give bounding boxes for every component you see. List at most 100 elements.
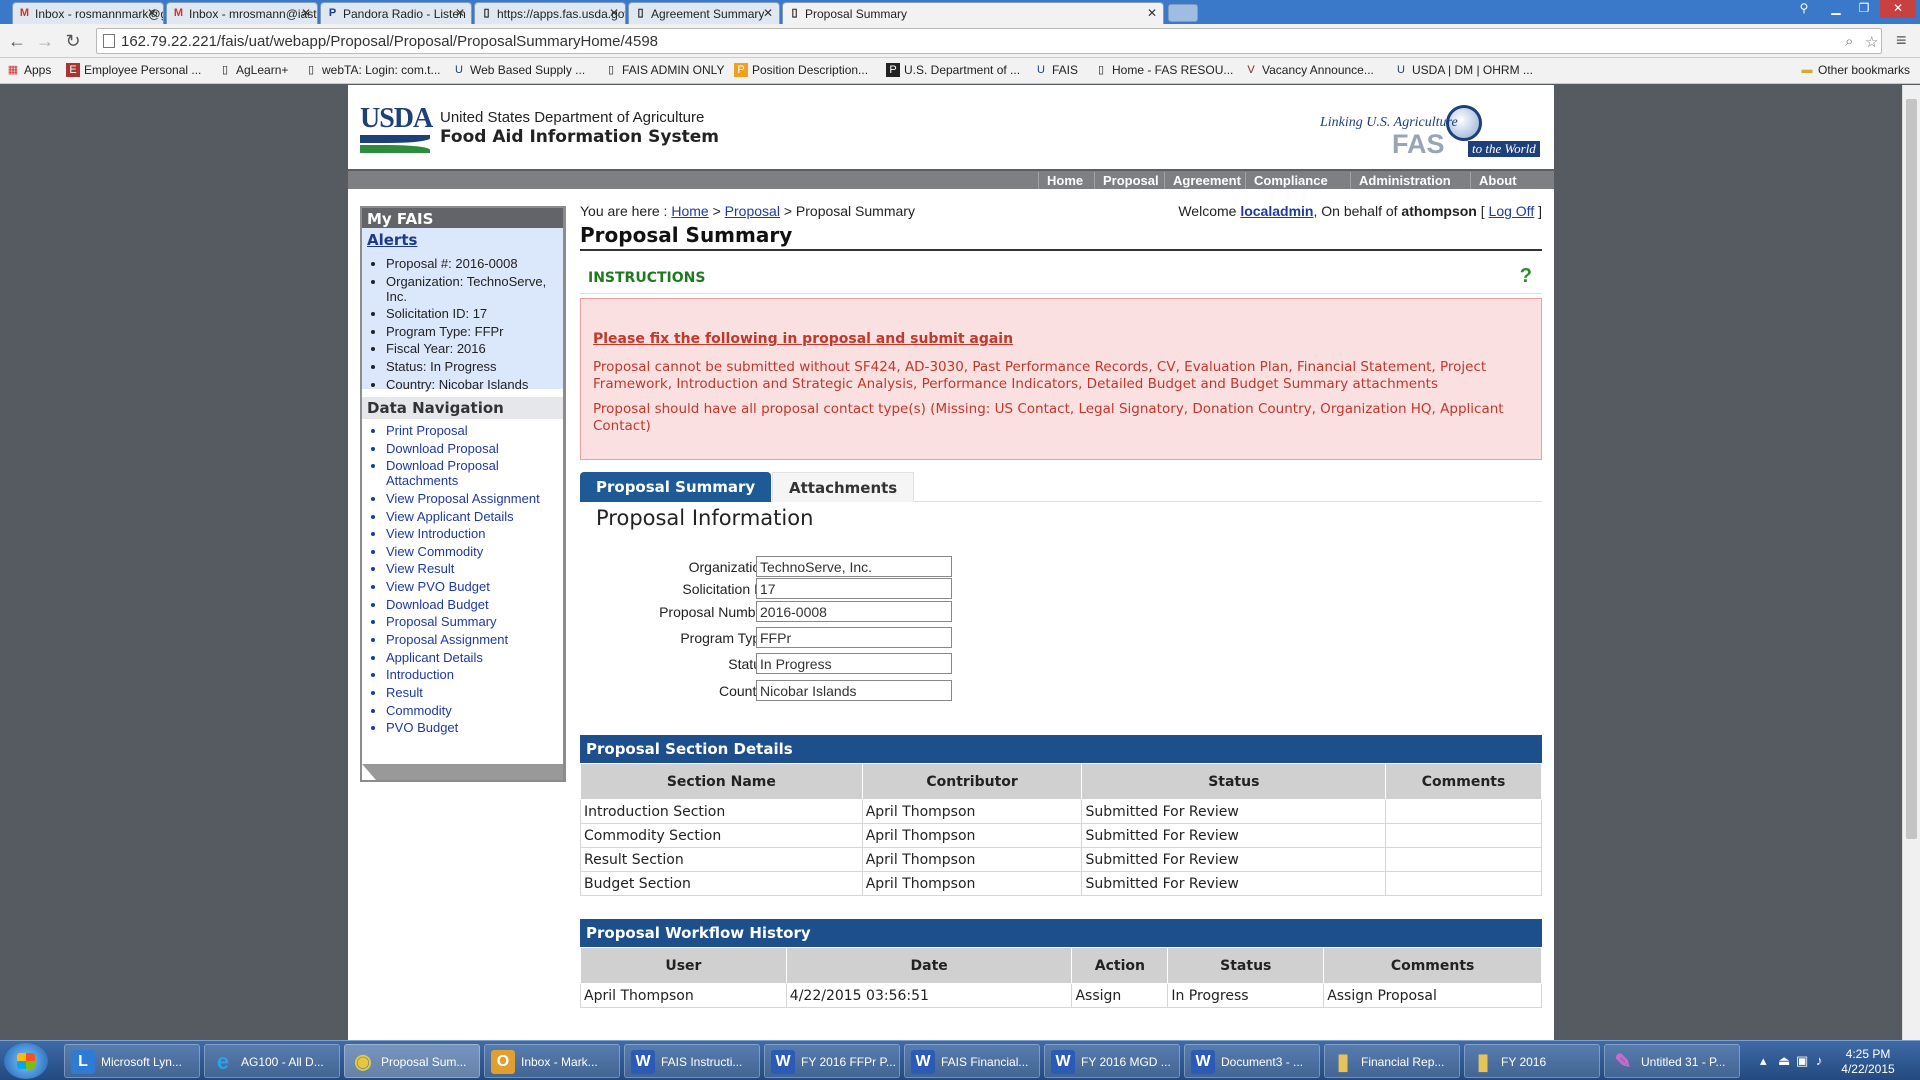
- nav-view-pvo-budget[interactable]: View PVO Budget: [386, 579, 562, 594]
- nav-home[interactable]: Home: [1038, 172, 1091, 189]
- solicitation-id-field[interactable]: [756, 578, 952, 599]
- tab-proposal-summary[interactable]: Proposal Summary: [580, 472, 772, 502]
- close-icon[interactable]: ✕: [455, 6, 465, 20]
- browser-tab-agreement-summary[interactable]: ▯ Agreement Summary ✕: [628, 2, 780, 24]
- column-header[interactable]: User: [580, 947, 787, 984]
- taskbar-word-3[interactable]: W FAIS Financial...: [904, 1044, 1040, 1078]
- tray-volume-icon[interactable]: ♪: [1816, 1053, 1823, 1068]
- nav-agreement[interactable]: Agreement: [1164, 172, 1249, 189]
- taskbar-paint[interactable]: ✎ Untitled 31 - P...: [1604, 1044, 1740, 1078]
- program-type-field[interactable]: [756, 627, 952, 648]
- column-header[interactable]: Action: [1071, 947, 1169, 984]
- nav-view-introduction[interactable]: View Introduction: [386, 526, 562, 541]
- breadcrumb-home[interactable]: Home: [671, 203, 708, 219]
- bookmark-us-department[interactable]: P U.S. Department of ...: [886, 63, 1020, 77]
- browser-tab-gmail-1[interactable]: M Inbox - rosmannmark@g ✕: [12, 2, 164, 24]
- nav-view-result[interactable]: View Result: [386, 561, 562, 576]
- nav-download-attachments[interactable]: Download Proposal Attachments: [386, 458, 562, 488]
- bookmark-fais-admin[interactable]: ▯ FAIS ADMIN ONLY: [604, 63, 725, 77]
- address-bar[interactable]: 162.79.22.221/fais/uat/webapp/Proposal/P…: [96, 28, 1882, 54]
- close-icon[interactable]: ✕: [147, 6, 157, 20]
- start-button[interactable]: [4, 1043, 48, 1079]
- tray-arrow-icon[interactable]: ▴: [1760, 1053, 1767, 1069]
- column-header[interactable]: Comments: [1385, 763, 1542, 800]
- logoff-link[interactable]: Log Off: [1489, 203, 1535, 219]
- organization-field[interactable]: [756, 556, 952, 577]
- bookmark-aglearn[interactable]: ▯ AgLearn+: [218, 63, 288, 77]
- nav-result[interactable]: Result: [386, 685, 562, 700]
- close-icon[interactable]: ✕: [763, 6, 773, 20]
- bookmark-employee-personal[interactable]: E Employee Personal ...: [66, 63, 201, 77]
- tray-usb-icon[interactable]: ⏏: [1778, 1053, 1790, 1069]
- nav-pvo-budget[interactable]: PVO Budget: [386, 720, 562, 735]
- nav-commodity[interactable]: Commodity: [386, 703, 562, 718]
- nav-view-proposal-assignment[interactable]: View Proposal Assignment: [386, 491, 562, 506]
- nav-introduction[interactable]: Introduction: [386, 667, 562, 682]
- taskbar-word-5[interactable]: W Document3 - ...: [1184, 1044, 1320, 1078]
- taskbar-outlook[interactable]: O Inbox - Mark...: [484, 1044, 620, 1078]
- column-header[interactable]: Status: [1167, 947, 1325, 984]
- bookmark-apps[interactable]: ▦ Apps: [6, 63, 52, 77]
- usda-logo[interactable]: USDA: [360, 105, 433, 153]
- nav-proposal[interactable]: Proposal: [1094, 172, 1167, 189]
- close-icon[interactable]: ✕: [1147, 6, 1157, 20]
- bookmark-webta[interactable]: ▯ webTA: Login: com.t...: [304, 63, 441, 77]
- search-icon[interactable]: ⌕: [1845, 33, 1853, 50]
- breadcrumb-proposal[interactable]: Proposal: [725, 203, 780, 219]
- taskbar-chrome[interactable]: ◉ Proposal Sum...: [344, 1044, 480, 1078]
- bookmark-usda-ohrm[interactable]: U USDA | DM | OHRM ...: [1394, 63, 1533, 77]
- bookmark-position-description[interactable]: P Position Description...: [734, 63, 868, 77]
- minimize-icon[interactable]: ▁: [1822, 0, 1850, 18]
- nav-compliance[interactable]: Compliance: [1245, 172, 1336, 189]
- column-header[interactable]: Status: [1081, 763, 1387, 800]
- menu-icon[interactable]: ≡: [1896, 30, 1907, 51]
- taskbar-folder-1[interactable]: ▮ Financial Rep...: [1324, 1044, 1460, 1078]
- restore-icon[interactable]: ❐: [1850, 0, 1878, 18]
- bookmark-fais[interactable]: U FAIS: [1034, 63, 1078, 77]
- forward-icon[interactable]: →: [34, 30, 56, 52]
- nav-about-fais[interactable]: About FAIS: [1470, 172, 1554, 205]
- close-icon[interactable]: ✕: [301, 6, 311, 20]
- tab-attachments[interactable]: Attachments: [772, 472, 915, 502]
- nav-proposal-assignment[interactable]: Proposal Assignment: [386, 632, 562, 647]
- nav-administration[interactable]: Administration: [1350, 172, 1459, 189]
- close-icon[interactable]: ✕: [609, 6, 619, 20]
- nav-download-proposal[interactable]: Download Proposal: [386, 441, 562, 456]
- column-header[interactable]: Comments: [1323, 947, 1542, 984]
- nav-print-proposal[interactable]: Print Proposal: [386, 423, 562, 438]
- nav-view-commodity[interactable]: View Commodity: [386, 544, 562, 559]
- nav-applicant-details[interactable]: Applicant Details: [386, 650, 562, 665]
- back-icon[interactable]: ←: [6, 30, 28, 52]
- taskbar-word-1[interactable]: W FAIS Instructi...: [624, 1044, 760, 1078]
- system-clock[interactable]: 4:25 PM 4/22/2015: [1838, 1047, 1898, 1077]
- bookmark-other[interactable]: ▬ Other bookmarks: [1800, 63, 1911, 77]
- reload-icon[interactable]: ↻: [62, 30, 84, 52]
- country-field[interactable]: [756, 680, 952, 701]
- alerts-link[interactable]: Alerts: [367, 231, 417, 249]
- browser-tab-pandora[interactable]: P Pandora Radio - Listen ✕: [320, 2, 472, 24]
- bookmark-vacancy[interactable]: V Vacancy Announce...: [1244, 63, 1374, 77]
- browser-tab-fas[interactable]: ▯ https://apps.fas.usda.gov ✕: [474, 2, 626, 24]
- column-header[interactable]: Contributor: [861, 763, 1083, 800]
- page-scrollbar[interactable]: [1902, 85, 1920, 1040]
- nav-view-applicant-details[interactable]: View Applicant Details: [386, 509, 562, 524]
- window-close-icon[interactable]: ✕: [1880, 0, 1916, 18]
- fas-logo[interactable]: Linking U.S. Agriculture FAS to the Worl…: [1320, 103, 1550, 161]
- help-icon[interactable]: ?: [1520, 265, 1532, 288]
- nav-download-budget[interactable]: Download Budget: [386, 597, 562, 612]
- status-field[interactable]: [756, 653, 952, 674]
- taskbar-ie[interactable]: e AG100 - All D...: [204, 1044, 340, 1078]
- new-tab-button[interactable]: [1168, 4, 1198, 22]
- column-header[interactable]: Section Name: [580, 763, 863, 800]
- taskbar-word-2[interactable]: W FY 2016 FFPr P...: [764, 1044, 900, 1078]
- instructions-toggle[interactable]: INSTRUCTIONS: [588, 270, 705, 286]
- bookmark-web-based-supply[interactable]: U Web Based Supply ...: [452, 63, 585, 77]
- bookmark-fas-resources[interactable]: ▯ Home - FAS RESOU...: [1094, 63, 1233, 77]
- scrollbar-thumb[interactable]: [1906, 99, 1917, 839]
- tray-network-icon[interactable]: ▣: [1796, 1053, 1808, 1069]
- nav-proposal-summary[interactable]: Proposal Summary: [386, 614, 562, 629]
- welcome-user-link[interactable]: localadmin: [1240, 203, 1313, 219]
- taskbar-lync[interactable]: L Microsoft Lyn...: [64, 1044, 200, 1078]
- star-icon[interactable]: ☆: [1865, 33, 1878, 51]
- taskbar-folder-2[interactable]: ▮ FY 2016: [1464, 1044, 1600, 1078]
